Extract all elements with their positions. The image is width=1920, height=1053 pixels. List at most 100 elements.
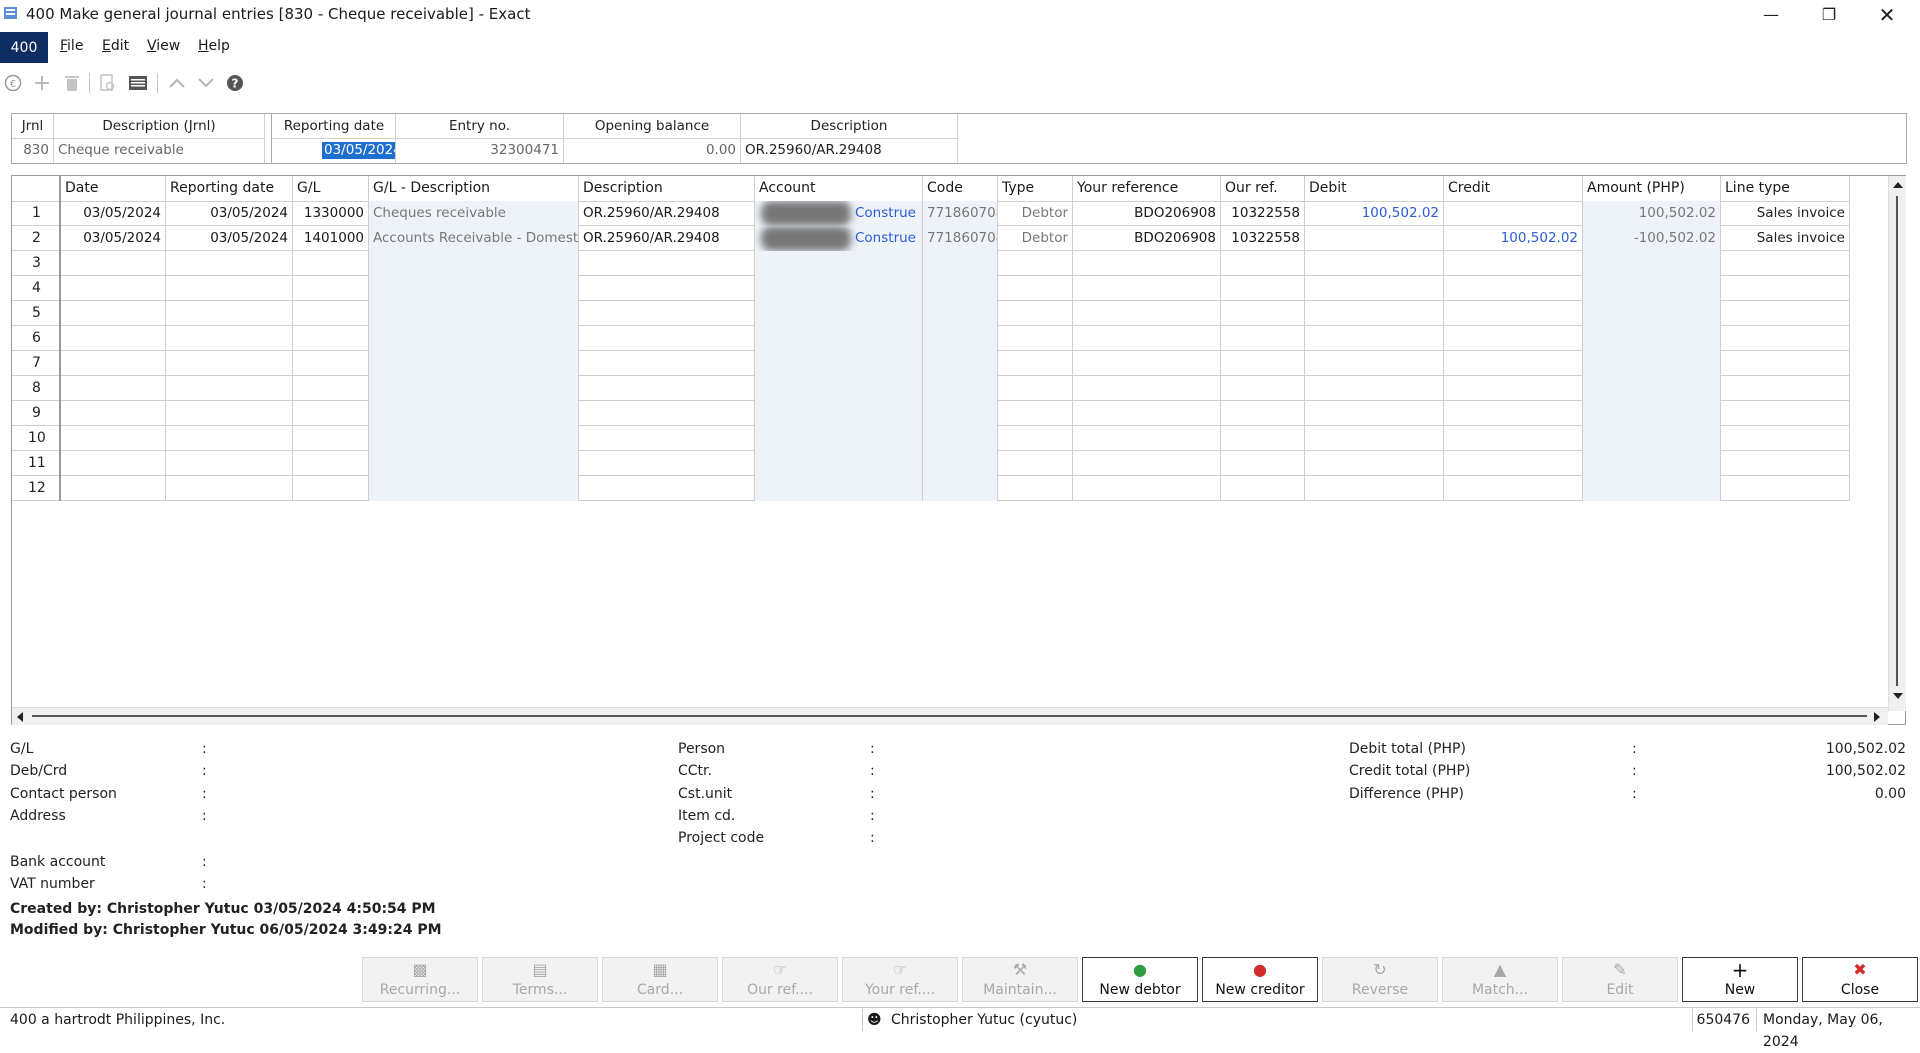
cell-reporting-date[interactable]: [166, 351, 293, 376]
window-close-button[interactable]: ✕: [1858, 0, 1916, 29]
description-field[interactable]: OR.25960/AR.29408: [741, 138, 957, 162]
reporting-date-field[interactable]: 03/05/2024: [322, 142, 395, 159]
row-number[interactable]: 2: [12, 226, 61, 251]
row-number[interactable]: 8: [12, 376, 61, 401]
cell-debit[interactable]: [1305, 351, 1444, 376]
delete-button[interactable]: [61, 72, 83, 94]
cell-gl[interactable]: [293, 351, 369, 376]
entry-no-field[interactable]: 32300471: [396, 138, 563, 162]
column-header-your-ref[interactable]: Your reference: [1073, 176, 1221, 201]
cell-our-ref[interactable]: [1221, 426, 1305, 451]
our-ref-button[interactable]: ☞ Our ref....: [722, 957, 838, 1002]
cell-account[interactable]: [755, 276, 923, 301]
cell-credit[interactable]: [1444, 351, 1583, 376]
cell-code[interactable]: [923, 326, 998, 351]
cell-gl-desc[interactable]: [369, 276, 579, 301]
cell-your-ref[interactable]: [1073, 451, 1221, 476]
cell-gl[interactable]: 1330000: [293, 201, 369, 226]
cell-code[interactable]: [923, 401, 998, 426]
cell-credit[interactable]: [1444, 451, 1583, 476]
cell-line-type[interactable]: [1721, 351, 1850, 376]
scroll-thumb[interactable]: [1896, 196, 1898, 686]
cell-gl[interactable]: [293, 251, 369, 276]
cell-description[interactable]: [579, 476, 755, 501]
cell-type[interactable]: Debtor: [998, 201, 1073, 226]
row-number[interactable]: 9: [12, 401, 61, 426]
cell-gl-desc[interactable]: [369, 451, 579, 476]
cell-code[interactable]: 771860708: [923, 201, 998, 226]
cell-account[interactable]: [755, 326, 923, 351]
cell-debit[interactable]: [1305, 476, 1444, 501]
cell-account[interactable]: [755, 476, 923, 501]
vertical-scrollbar[interactable]: [1888, 176, 1906, 711]
menu-view[interactable]: View: [147, 38, 180, 54]
cell-credit[interactable]: [1444, 376, 1583, 401]
cell-code[interactable]: 771860708: [923, 226, 998, 251]
cell-your-ref[interactable]: [1073, 326, 1221, 351]
cell-description[interactable]: [579, 251, 755, 276]
cell-code[interactable]: [923, 376, 998, 401]
cell-description[interactable]: OR.25960/AR.29408: [579, 226, 755, 251]
cell-debit[interactable]: [1305, 226, 1444, 251]
table-row[interactable]: 4: [12, 276, 1850, 301]
cell-type[interactable]: [998, 301, 1073, 326]
cell-your-ref[interactable]: [1073, 351, 1221, 376]
cell-line-type[interactable]: Sales invoice: [1721, 201, 1850, 226]
cell-gl-desc[interactable]: [369, 401, 579, 426]
cell-date[interactable]: [61, 451, 166, 476]
close-button[interactable]: ✖ Close: [1802, 957, 1918, 1002]
cell-reporting-date[interactable]: [166, 451, 293, 476]
horizontal-scroll-thumb[interactable]: [32, 715, 1867, 717]
cell-gl[interactable]: [293, 301, 369, 326]
cell-description[interactable]: [579, 301, 755, 326]
cell-reporting-date[interactable]: 03/05/2024: [166, 226, 293, 251]
cell-gl[interactable]: [293, 401, 369, 426]
row-number[interactable]: 1: [12, 201, 61, 226]
cell-description[interactable]: [579, 376, 755, 401]
terms-button[interactable]: ▤ Terms...: [482, 957, 598, 1002]
preview-button[interactable]: [97, 72, 119, 94]
cell-date[interactable]: [61, 301, 166, 326]
cell-description[interactable]: OR.25960/AR.29408: [579, 201, 755, 226]
cell-your-ref[interactable]: [1073, 276, 1221, 301]
column-header-type[interactable]: Type: [998, 176, 1073, 201]
cell-credit[interactable]: [1444, 476, 1583, 501]
cell-description[interactable]: [579, 276, 755, 301]
card-button[interactable]: ▦ Card...: [602, 957, 718, 1002]
cell-amount[interactable]: [1583, 401, 1721, 426]
column-header-date[interactable]: Date: [61, 176, 166, 201]
menu-edit[interactable]: Edit: [102, 38, 129, 54]
cell-amount[interactable]: [1583, 276, 1721, 301]
cell-date[interactable]: [61, 351, 166, 376]
column-header-line-type[interactable]: Line type: [1721, 176, 1850, 201]
cell-credit[interactable]: 100,502.02: [1444, 226, 1583, 251]
restore-button[interactable]: ❐: [1800, 0, 1858, 29]
cell-description[interactable]: [579, 426, 755, 451]
cell-gl[interactable]: 1401000: [293, 226, 369, 251]
cell-gl-desc[interactable]: [369, 326, 579, 351]
cell-amount[interactable]: [1583, 251, 1721, 276]
row-number[interactable]: 7: [12, 351, 61, 376]
cell-reporting-date[interactable]: 03/05/2024: [166, 201, 293, 226]
cell-description[interactable]: [579, 451, 755, 476]
cell-gl-desc[interactable]: [369, 351, 579, 376]
cell-description[interactable]: [579, 401, 755, 426]
cell-date[interactable]: [61, 426, 166, 451]
cell-gl-desc[interactable]: [369, 251, 579, 276]
cell-date[interactable]: [61, 401, 166, 426]
cell-type[interactable]: [998, 476, 1073, 501]
scroll-down-icon[interactable]: [1893, 693, 1903, 699]
table-row[interactable]: 3: [12, 251, 1850, 276]
cell-your-ref[interactable]: [1073, 426, 1221, 451]
column-header-reporting-date[interactable]: Reporting date: [166, 176, 293, 201]
row-number[interactable]: 3: [12, 251, 61, 276]
cell-gl-desc[interactable]: [369, 426, 579, 451]
cell-date[interactable]: [61, 276, 166, 301]
currency-button[interactable]: €: [2, 72, 24, 94]
table-row[interactable]: 11: [12, 451, 1850, 476]
your-ref-button[interactable]: ☞ Your ref....: [842, 957, 958, 1002]
cell-date[interactable]: [61, 376, 166, 401]
cell-reporting-date[interactable]: [166, 276, 293, 301]
cell-debit[interactable]: [1305, 251, 1444, 276]
cell-account[interactable]: [755, 401, 923, 426]
